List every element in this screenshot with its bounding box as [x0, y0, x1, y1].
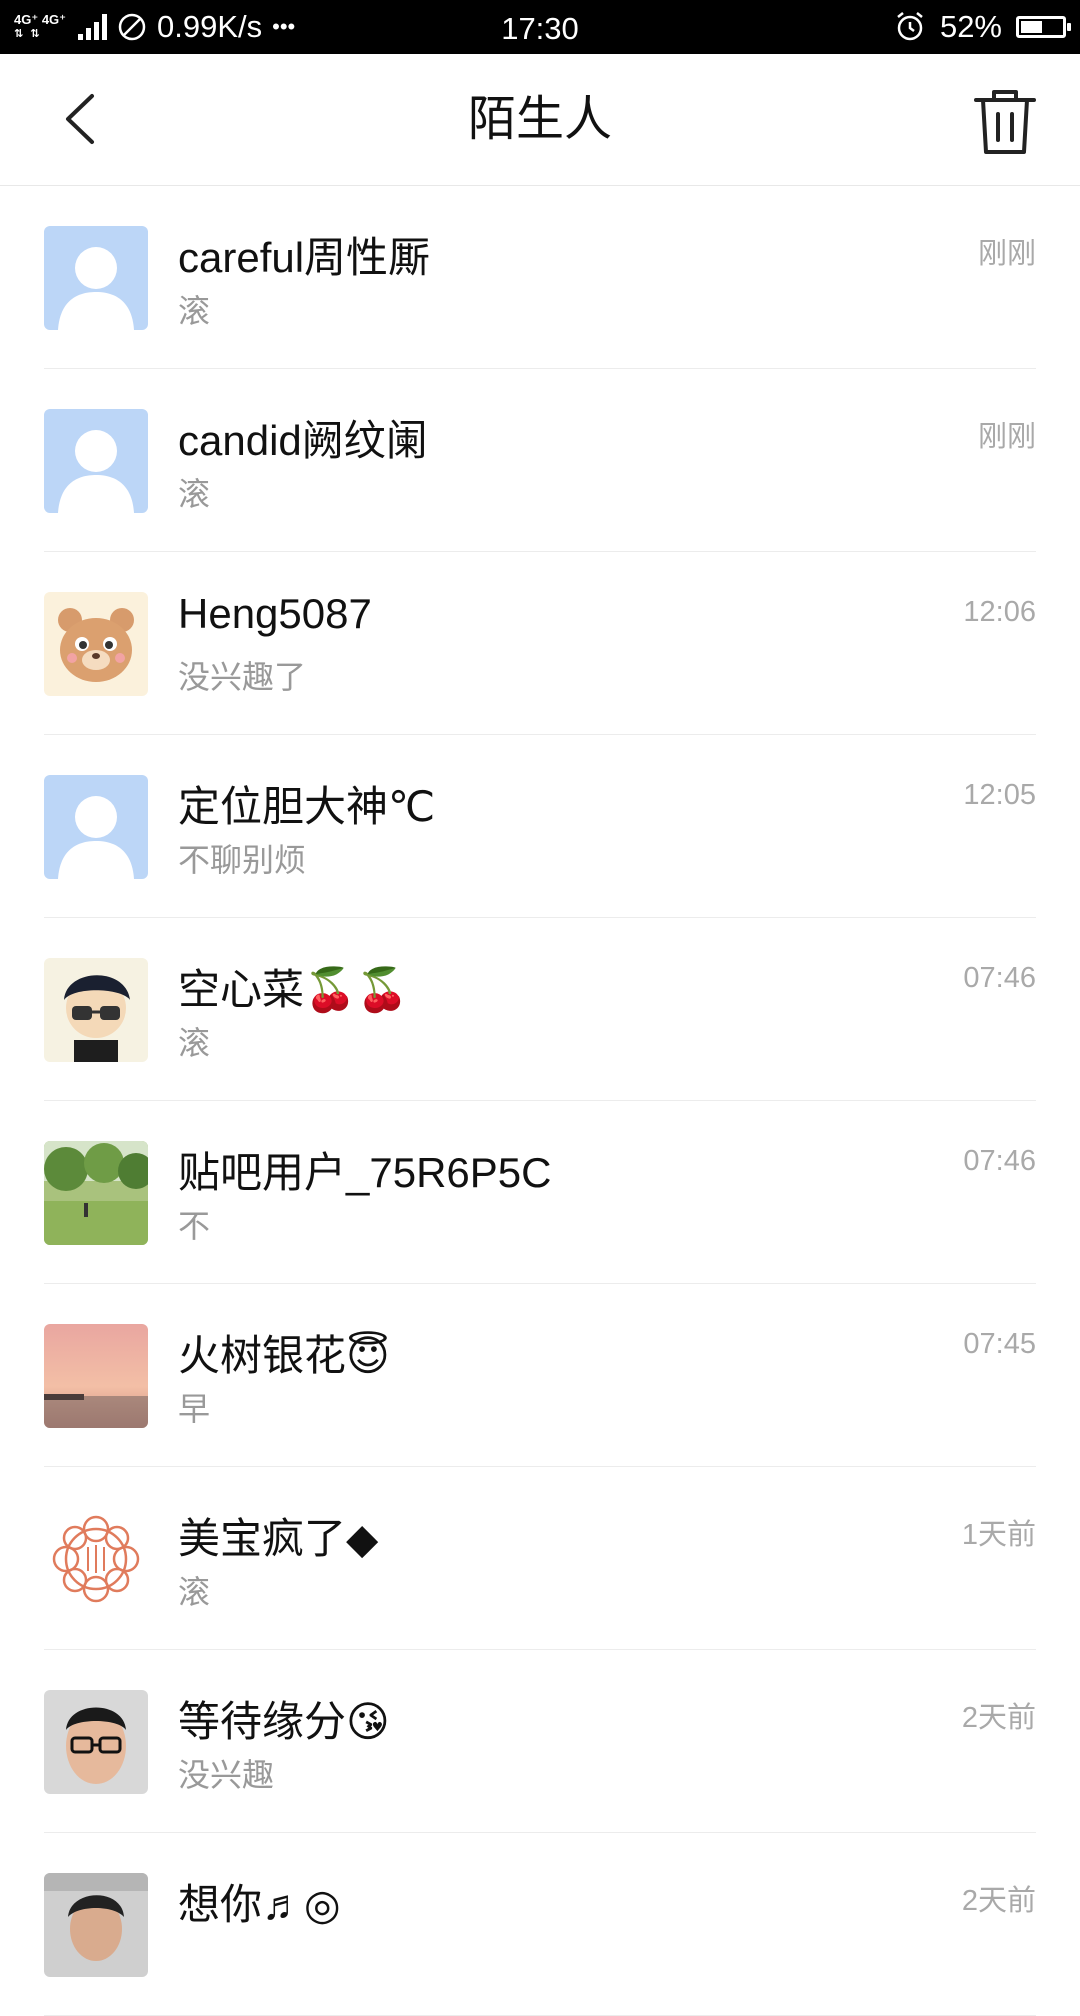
message-time: 07:46 [963, 1145, 1036, 1177]
conversation-list: careful周性厮滚刚刚 candid阙纹阑滚刚刚 Heng5087 没兴趣了 12:… [0, 186, 1080, 2016]
conversation-row[interactable]: Heng5087 没兴趣了 12:06 [0, 552, 1080, 735]
message-time: 07:45 [963, 1328, 1036, 1360]
contact-name: 火树银花😇 [178, 1332, 390, 1379]
man-photo-avatar[interactable] [44, 1873, 148, 1977]
trash-icon [974, 90, 1036, 154]
park-photo-avatar[interactable] [44, 1141, 148, 1245]
message-time: 刚刚 [977, 238, 1036, 270]
battery-icon [1016, 16, 1071, 38]
message-time: 1天前 [961, 1519, 1036, 1551]
default-avatar[interactable] [44, 226, 148, 330]
chevron-left-icon [66, 94, 94, 144]
page-title: 陌生人 [467, 93, 612, 146]
last-message: 没兴趣了 [178, 659, 307, 695]
conversation-row[interactable]: 空心菜🍒🍒 滚 07:46 [0, 918, 1080, 1101]
conversation-row[interactable]: 贴吧用户_75R6P5C 不 07:46 [0, 1101, 1080, 1284]
contact-name: 等待缘分😘 [178, 1698, 390, 1745]
message-time: 07:46 [963, 962, 1036, 994]
sunset-photo-avatar[interactable] [44, 1324, 148, 1428]
conversation-row[interactable]: careful周性厮滚 刚刚 [0, 186, 1080, 369]
message-time: 刚刚 [977, 421, 1036, 453]
contact-name: 想你♬◎ [178, 1881, 341, 1928]
last-message: 滚 [178, 1025, 211, 1061]
conversation-row[interactable]: 等待缘分😘 没兴趣 2天前 [0, 1650, 1080, 1833]
cartoon-boy-avatar[interactable] [44, 958, 148, 1062]
default-avatar[interactable] [44, 775, 148, 879]
conversation-row[interactable]: candid阙纹阑滚 刚刚 [0, 369, 1080, 552]
contact-name: careful周性厮 [178, 234, 431, 281]
contact-name: candid阙纹阑 [178, 417, 428, 464]
last-message: 不 [178, 1208, 211, 1244]
conversation-row[interactable]: 想你♬◎ 2天前 [0, 1833, 1080, 2016]
last-message: 早 [178, 1391, 211, 1427]
last-message: 滚 [178, 476, 211, 512]
conversation-row[interactable]: 火树银花😇 早 07:45 [0, 1284, 1080, 1467]
bear-avatar[interactable] [44, 592, 148, 696]
status-bar: 4G⁺ 4G⁺ ⇅ ⇅ 0.99K/s ••• 17:30 52% [0, 0, 1080, 54]
flower-stamp-avatar[interactable] [44, 1507, 148, 1611]
status-right: 52% [894, 0, 1071, 54]
contact-name: 定位胆大神℃ [178, 783, 436, 830]
last-message: 没兴趣 [178, 1757, 275, 1793]
conversation-row[interactable]: 美宝疯了◆ 滚 1天前 [0, 1467, 1080, 1650]
last-message: 滚 [178, 293, 211, 329]
contact-name: 空心菜🍒🍒 [178, 966, 409, 1013]
back-button[interactable] [50, 84, 120, 154]
default-avatar[interactable] [44, 409, 148, 513]
message-time: 12:05 [963, 779, 1036, 811]
message-time: 12:06 [963, 596, 1036, 628]
last-message: 不聊别烦 [178, 842, 307, 878]
last-message: 滚 [178, 1574, 211, 1610]
message-time: 2天前 [961, 1702, 1036, 1734]
contact-name: 美宝疯了◆ [178, 1515, 379, 1562]
delete-all-button[interactable] [970, 84, 1040, 160]
message-time: 2天前 [961, 1885, 1036, 1917]
alarm-icon [897, 12, 923, 41]
battery-fill [1021, 21, 1042, 33]
battery-percent: 52% [939, 9, 1002, 44]
conversation-row[interactable]: 定位胆大神℃ 不聊别烦 12:05 [0, 735, 1080, 918]
contact-name: 贴吧用户_75R6P5C [178, 1149, 552, 1196]
contact-name: Heng5087 [178, 590, 372, 637]
top-nav-bar: 陌生人 [0, 54, 1080, 186]
man-glasses-avatar[interactable] [44, 1690, 148, 1794]
